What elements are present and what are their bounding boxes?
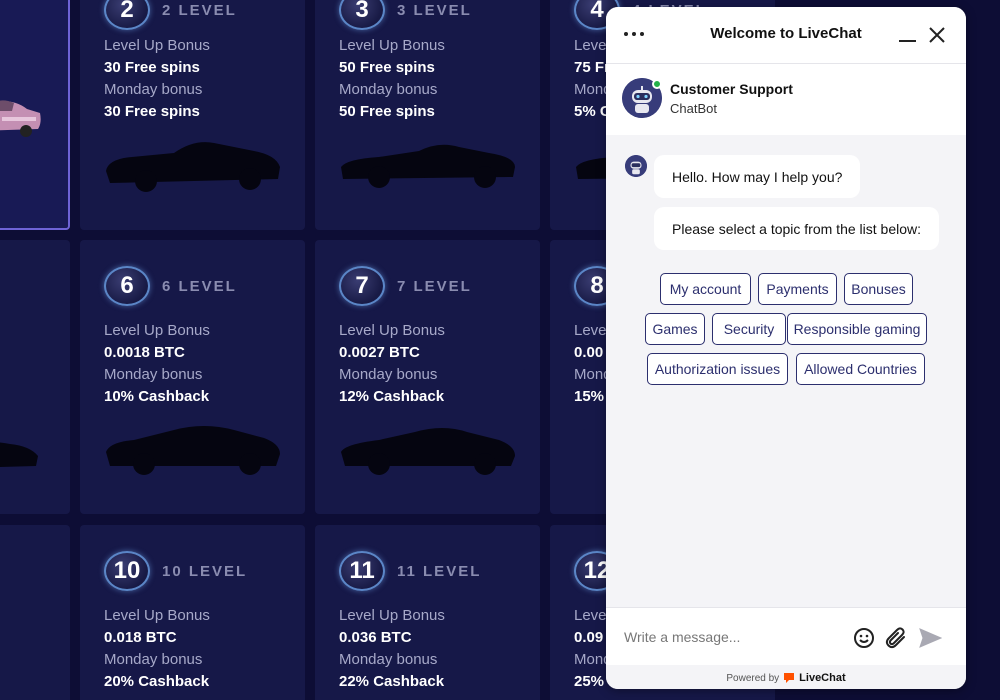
level-header: 10 10 LEVEL bbox=[104, 551, 247, 591]
monday-bonus-value: 30 Free spins bbox=[104, 103, 200, 120]
monday-bonus-label: Monday bonus bbox=[339, 81, 438, 98]
level-up-label: Level Up Bonus bbox=[104, 322, 210, 339]
car-silhouette-image bbox=[106, 142, 280, 192]
level-up-value: 75 Fr bbox=[574, 59, 610, 76]
close-icon[interactable] bbox=[927, 25, 947, 45]
level-up-value: 30 Free spins bbox=[104, 59, 200, 76]
level-header: 6 6 LEVEL bbox=[104, 266, 237, 306]
livechat-widget: Welcome to LiveChat Customer Support Cha… bbox=[606, 7, 966, 689]
level-up-label: Level Up Bonus bbox=[339, 37, 445, 54]
car-silhouette-image bbox=[106, 426, 280, 475]
monday-bonus-value: 15% bbox=[574, 388, 605, 405]
level-up-value: 0.0018 BTC bbox=[104, 344, 185, 361]
level-up-value: 50 Free spins bbox=[339, 59, 435, 76]
level-up-label: Level Up Bonus bbox=[104, 37, 210, 54]
level-title: 7 LEVEL bbox=[397, 277, 472, 295]
topic-security-button[interactable]: Security bbox=[712, 313, 786, 345]
level-up-label: Level bbox=[574, 37, 610, 54]
level-up-label: Level bbox=[574, 607, 610, 624]
level-header: 2 2 LEVEL bbox=[104, 0, 237, 30]
monday-bonus-value: 12% Cashback bbox=[339, 388, 445, 405]
livechat-logo-icon bbox=[784, 673, 795, 683]
minimize-icon[interactable] bbox=[898, 27, 918, 47]
topic-bonuses-button[interactable]: Bonuses bbox=[844, 273, 913, 305]
pink-car-image bbox=[0, 100, 41, 137]
level-badge: 10 bbox=[104, 551, 150, 591]
topic-authorization-issues-button[interactable]: Authorization issues bbox=[647, 353, 788, 385]
monday-bonus-value: 10% Cashback bbox=[104, 388, 210, 405]
level-title: 11 LEVEL bbox=[397, 562, 482, 580]
message-composer bbox=[606, 607, 966, 665]
chat-message: Please select a topic from the list belo… bbox=[654, 207, 940, 250]
level-badge: 7 bbox=[339, 266, 385, 306]
level-title: 2 LEVEL bbox=[162, 1, 237, 19]
monday-bonus-label: Monday bonus bbox=[104, 81, 203, 98]
monday-bonus-value: 50 Free spins bbox=[339, 103, 435, 120]
car-silhouette-image bbox=[341, 428, 515, 475]
level-card-3[interactable]: 3 3 LEVEL Level Up Bonus 50 Free spins M… bbox=[315, 0, 540, 230]
topic-allowed-countries-button[interactable]: Allowed Countries bbox=[796, 353, 925, 385]
level-up-value: 0.018 BTC bbox=[104, 629, 177, 646]
level-title: 3 LEVEL bbox=[397, 1, 472, 19]
level-badge: 3 bbox=[339, 0, 385, 30]
topic-payments-button[interactable]: Payments bbox=[758, 273, 837, 305]
agent-name: Customer Support bbox=[670, 81, 793, 97]
emoji-icon[interactable] bbox=[852, 626, 876, 650]
monday-bonus-value: 20% Cashback bbox=[104, 673, 210, 690]
monday-bonus-label: Monday bonus bbox=[339, 651, 438, 668]
level-title: 10 LEVEL bbox=[162, 562, 248, 580]
level-up-value: 0.09 bbox=[574, 629, 604, 646]
monday-bonus-label: Monday bonus bbox=[104, 651, 203, 668]
monday-bonus-label: Monday bonus bbox=[104, 366, 203, 383]
robot-avatar-icon bbox=[625, 155, 647, 177]
level-badge: 2 bbox=[104, 0, 150, 30]
message-input[interactable] bbox=[624, 626, 844, 648]
topic-games-button[interactable]: Games bbox=[645, 313, 705, 345]
car-silhouette-image bbox=[0, 442, 38, 467]
level-card-7[interactable]: 7 7 LEVEL Level Up Bonus 0.0027 BTC Mond… bbox=[315, 240, 540, 514]
level-up-label: Level Up Bonus bbox=[339, 607, 445, 624]
level-up-value: 0.036 BTC bbox=[339, 629, 412, 646]
level-card-10[interactable]: 10 10 LEVEL Level Up Bonus 0.018 BTC Mon… bbox=[80, 525, 305, 700]
level-up-label: Level Up Bonus bbox=[339, 322, 445, 339]
powered-by-footer[interactable]: Powered by LiveChat bbox=[606, 667, 966, 689]
topic-my-account-button[interactable]: My account bbox=[660, 273, 751, 305]
level-card-2[interactable]: 2 2 LEVEL Level Up Bonus 30 Free spins M… bbox=[80, 0, 305, 230]
level-card-9[interactable] bbox=[0, 525, 70, 700]
monday-bonus-value: 25% bbox=[574, 673, 605, 690]
agent-role: ChatBot bbox=[670, 101, 717, 116]
car-silhouette-image bbox=[341, 144, 515, 188]
level-card-6[interactable]: 6 6 LEVEL Level Up Bonus 0.0018 BTC Mond… bbox=[80, 240, 305, 514]
level-card-1[interactable] bbox=[0, 0, 70, 230]
level-header: 3 3 LEVEL bbox=[339, 0, 472, 30]
livechat-brand: LiveChat bbox=[799, 672, 846, 684]
level-badge: 6 bbox=[104, 266, 150, 306]
monday-bonus-value: 22% Cashback bbox=[339, 673, 445, 690]
attachment-icon[interactable] bbox=[884, 626, 908, 650]
monday-bonus-label: Monday bonus bbox=[339, 366, 438, 383]
header-divider bbox=[606, 63, 966, 64]
level-card-11[interactable]: 11 11 LEVEL Level Up Bonus 0.036 BTC Mon… bbox=[315, 525, 540, 700]
chat-message: Hello. How may I help you? bbox=[654, 155, 861, 198]
send-icon[interactable] bbox=[918, 626, 942, 650]
level-up-label: Level Up Bonus bbox=[104, 607, 210, 624]
level-up-label: Level bbox=[574, 322, 610, 339]
powered-by-text: Powered by bbox=[726, 672, 780, 684]
level-up-value: 0.0027 BTC bbox=[339, 344, 420, 361]
level-up-value: 0.00 bbox=[574, 344, 604, 361]
topic-responsible-gaming-button[interactable]: Responsible gaming bbox=[787, 313, 927, 345]
level-badge: 11 bbox=[339, 551, 385, 591]
level-header: 11 11 LEVEL bbox=[339, 551, 481, 591]
level-card-5[interactable] bbox=[0, 240, 70, 514]
level-title: 6 LEVEL bbox=[162, 277, 237, 295]
online-status-dot bbox=[652, 79, 662, 89]
level-header: 7 7 LEVEL bbox=[339, 266, 472, 306]
